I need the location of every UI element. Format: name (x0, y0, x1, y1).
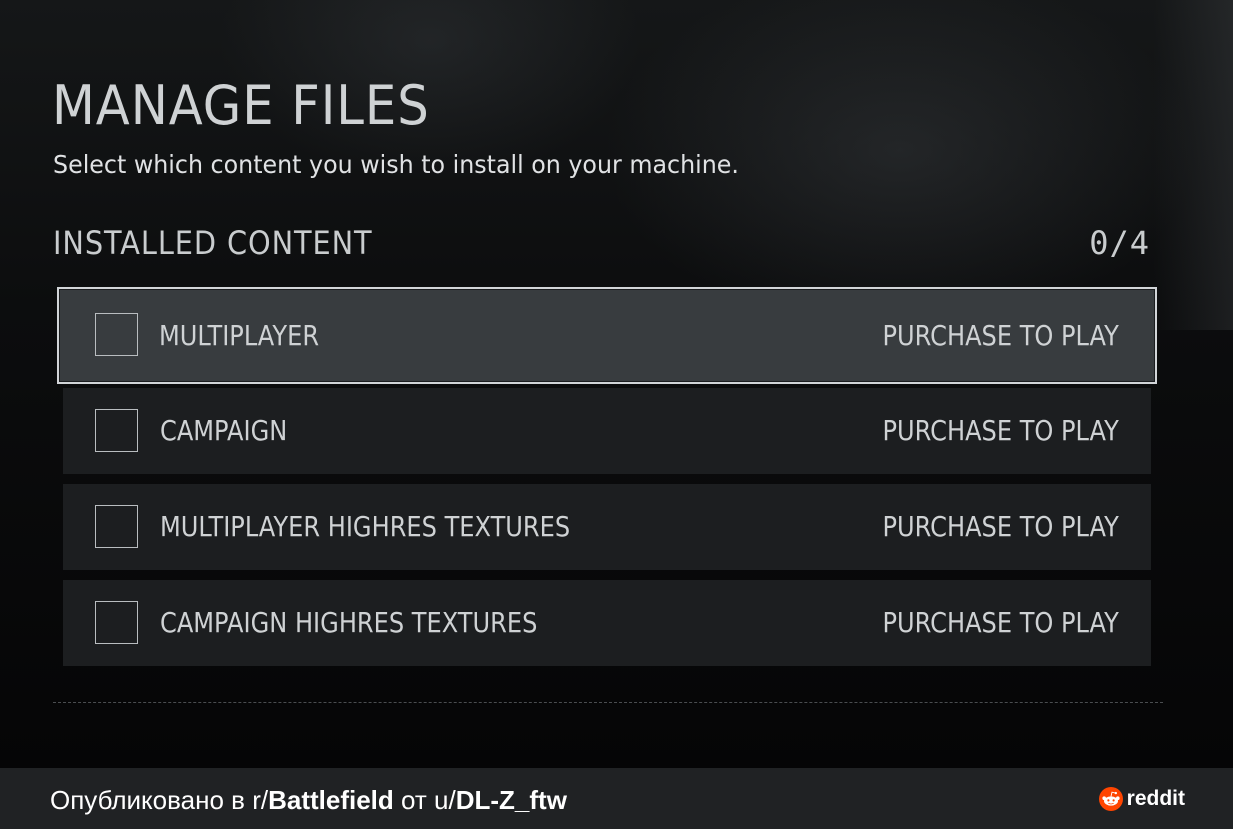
content-status: PURCHASE TO PLAY (882, 414, 1119, 447)
attribution-text: Опубликовано в r/Battlefield от u/DL-Z_f… (50, 768, 567, 829)
content-label: MULTIPLAYER HIGHRES TEXTURES (160, 510, 571, 543)
reddit-snoo-icon (1098, 787, 1123, 811)
checkbox[interactable] (95, 505, 138, 548)
subreddit-link[interactable]: Battlefield (268, 785, 394, 815)
installed-content-header: INSTALLED CONTENT 0/4 (53, 224, 1150, 264)
reddit-attribution-bar: Опубликовано в r/Battlefield от u/DL-Z_f… (0, 768, 1233, 829)
content-status: PURCHASE TO PLAY (882, 606, 1119, 639)
content-label: CAMPAIGN HIGHRES TEXTURES (160, 606, 538, 639)
dashed-divider (53, 702, 1163, 703)
page-title: MANAGE FILES (52, 74, 430, 137)
reddit-logo: reddit (1098, 786, 1185, 812)
attribution-prefix: Опубликовано в r/ (50, 785, 269, 815)
manage-files-screen: MANAGE FILES Select which content you wi… (0, 0, 1233, 768)
checkbox[interactable] (95, 601, 138, 644)
content-label: CAMPAIGN (160, 414, 288, 447)
content-row-campaign-highres-textures[interactable]: CAMPAIGN HIGHRES TEXTURES PURCHASE TO PL… (63, 580, 1151, 666)
checkbox[interactable] (95, 313, 138, 356)
reddit-wordmark: reddit (1126, 787, 1185, 810)
checkbox[interactable] (95, 409, 138, 452)
user-link[interactable]: DL-Z_ftw (456, 785, 567, 815)
content-row-campaign[interactable]: CAMPAIGN PURCHASE TO PLAY (63, 388, 1151, 474)
section-title: INSTALLED CONTENT (53, 224, 373, 262)
content-row-multiplayer[interactable]: MULTIPLAYER PURCHASE TO PLAY (57, 287, 1157, 384)
content-status: PURCHASE TO PLAY (882, 319, 1119, 352)
content-row-multiplayer-highres-textures[interactable]: MULTIPLAYER HIGHRES TEXTURES PURCHASE TO… (63, 484, 1151, 570)
attribution-middle: от u/ (393, 785, 456, 815)
content-label: MULTIPLAYER (159, 319, 320, 352)
content-status: PURCHASE TO PLAY (882, 510, 1119, 543)
page-subtitle: Select which content you wish to install… (53, 150, 739, 179)
installed-count: 0/4 (1089, 224, 1150, 262)
